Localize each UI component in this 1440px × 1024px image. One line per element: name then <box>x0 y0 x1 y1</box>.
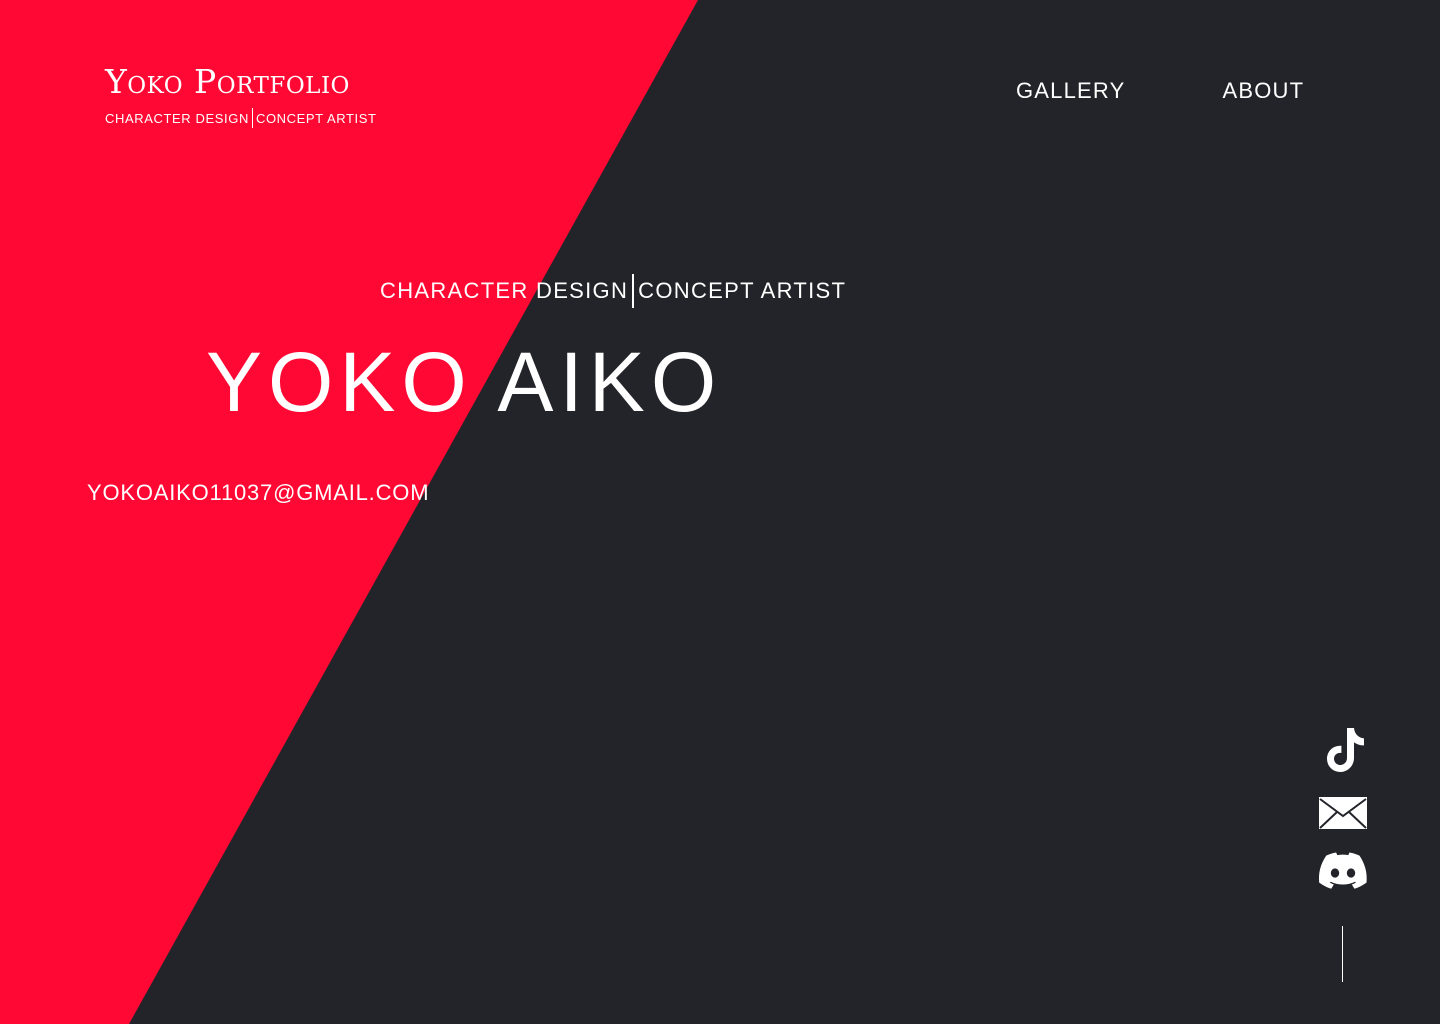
brand-title: Yoko Portfolio <box>105 62 350 101</box>
brand[interactable]: Yoko Portfolio CHARACTER DESIGN CONCEPT … <box>105 62 377 128</box>
tiktok-icon[interactable] <box>1318 726 1368 776</box>
hero-subtitle-divider <box>632 274 635 308</box>
social-links <box>1318 726 1368 982</box>
red-diagonal-background <box>0 0 698 1024</box>
discord-icon[interactable] <box>1318 850 1368 890</box>
email-link[interactable]: YOKOAIKO11037@GMAIL.COM <box>87 480 429 506</box>
nav-gallery-link[interactable]: GALLERY <box>1016 76 1126 106</box>
main-nav: GALLERY ABOUT <box>1016 76 1304 106</box>
hero-name: YOKO AIKO <box>206 335 723 429</box>
nav-about-link[interactable]: ABOUT <box>1223 76 1305 106</box>
hero-subtitle-right: CONCEPT ARTIST <box>638 278 847 303</box>
brand-subtitle-left: CHARACTER DESIGN <box>105 110 249 126</box>
mail-icon[interactable] <box>1318 796 1368 830</box>
hero-subtitle-left: CHARACTER DESIGN <box>380 278 629 303</box>
brand-subtitle-right: CONCEPT ARTIST <box>255 110 377 126</box>
social-divider-line <box>1342 926 1343 982</box>
brand-subtitle-divider <box>251 108 253 128</box>
hero-subtitle: CHARACTER DESIGN CONCEPT ARTIST <box>380 274 846 308</box>
brand-subtitle: CHARACTER DESIGN CONCEPT ARTIST <box>105 108 377 128</box>
